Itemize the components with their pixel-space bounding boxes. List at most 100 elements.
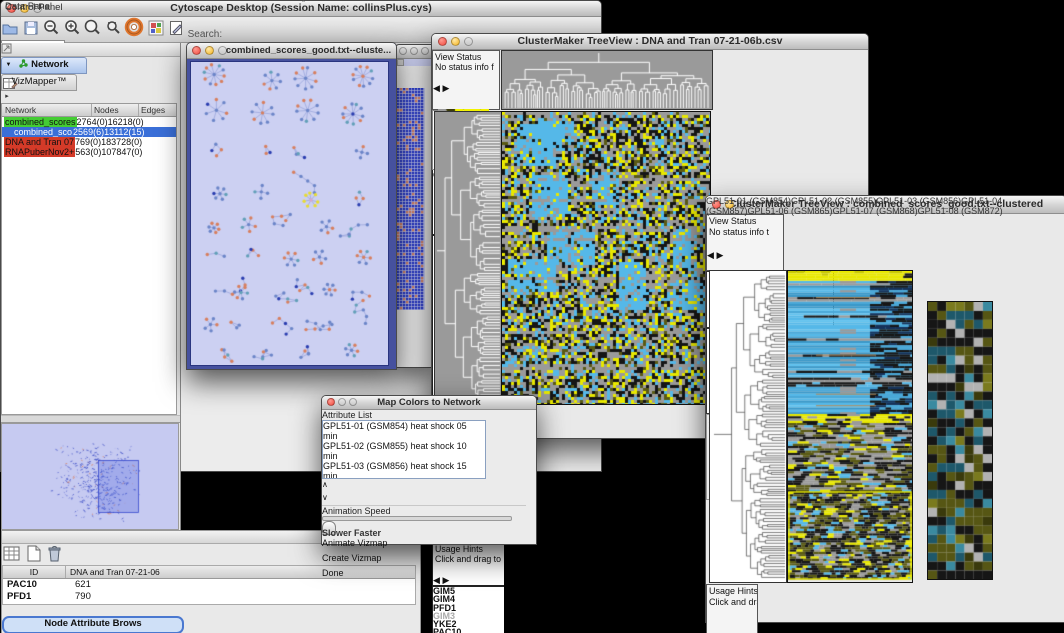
- titlebar[interactable]: [396, 45, 433, 59]
- annotation-button[interactable]: [167, 29, 185, 39]
- open-session-button[interactable]: [1, 29, 19, 39]
- scrollbar-box[interactable]: [397, 59, 404, 66]
- life-ring-icon: [124, 17, 144, 37]
- minimize-button[interactable]: [205, 46, 214, 55]
- heatmap-canvas[interactable]: [787, 270, 913, 583]
- network-row[interactable]: combined_sco2569(6)13112(15): [2, 127, 176, 137]
- network-row[interactable]: DNA and Tran 07769(0)183728(0): [2, 137, 176, 147]
- zoom-fit-button[interactable]: [83, 29, 101, 39]
- delete-attribute-button[interactable]: [45, 555, 64, 565]
- attribute-listbox[interactable]: GPL51-01 (GSM854) heat shock 05 minGPL51…: [322, 420, 486, 479]
- folder-icon: [1, 19, 19, 37]
- help-button[interactable]: [124, 29, 144, 39]
- desktop: Cytoscape Desktop (Session Name: collins…: [0, 0, 1064, 633]
- vizmapper-button[interactable]: [147, 29, 165, 39]
- close-button[interactable]: [192, 46, 201, 55]
- zoom-selected-icon: [104, 19, 122, 37]
- slider-track[interactable]: [322, 516, 512, 521]
- gene-label[interactable]: PAC10: [433, 628, 497, 633]
- attribute-item[interactable]: GPL51-03 (GSM856) heat shock 15 min: [323, 461, 471, 479]
- network-row[interactable]: combined_scores2764(0)16218(0): [2, 117, 176, 127]
- scroll-right-button[interactable]: ▶: [442, 83, 449, 93]
- network-name: DNA and Tran 07: [4, 137, 75, 147]
- network-edges: 183728(0): [101, 137, 142, 147]
- done-button[interactable]: Done: [322, 568, 356, 583]
- vscrollbar[interactable]: [396, 59, 404, 66]
- close-button[interactable]: [327, 398, 335, 406]
- panel-splitter[interactable]: ⌃: [1, 415, 180, 423]
- zoom-selected-button[interactable]: [104, 29, 122, 39]
- annotation-icon: [167, 19, 185, 37]
- network-name: RNAPuberNov2+: [4, 147, 75, 157]
- tab-network[interactable]: Network: [1, 57, 87, 74]
- data-panel-hscrollbar[interactable]: [2, 605, 414, 616]
- grid-network-canvas[interactable]: [397, 88, 425, 310]
- table-row[interactable]: PFD1 790: [3, 591, 415, 603]
- faster-label: Faster: [354, 528, 381, 538]
- zoom-in-button[interactable]: [63, 29, 81, 39]
- close-button[interactable]: [399, 47, 407, 55]
- select-attributes-button[interactable]: [2, 555, 21, 565]
- move-down-button[interactable]: ∨: [322, 492, 356, 505]
- tab-vizmapper-label: VizMapper™: [12, 76, 67, 87]
- zoom-in-icon: [63, 19, 81, 37]
- minimize-button[interactable]: [338, 398, 346, 406]
- minimize-button[interactable]: [410, 47, 418, 55]
- close-button[interactable]: [438, 37, 447, 46]
- zoom-button[interactable]: [349, 398, 357, 406]
- slower-label: Slower: [322, 528, 352, 538]
- chevron-right-icon: ▸: [5, 93, 9, 100]
- titlebar[interactable]: ClusterMaker TreeView : DNA and Tran 07-…: [432, 34, 868, 50]
- zoom-button[interactable]: [218, 46, 227, 55]
- column-header-network[interactable]: Network: [2, 104, 92, 116]
- animate-vizmap-button: Animate Vizmap: [322, 538, 402, 553]
- zoom-fit-icon: [83, 19, 101, 37]
- network-row[interactable]: RNAPuberNov2+563(0)107847(0): [2, 147, 176, 157]
- save-session-button[interactable]: [22, 29, 40, 39]
- vizmapper-icon: [147, 19, 165, 37]
- row-dendrogram-canvas[interactable]: [709, 270, 787, 583]
- zoom-out-button[interactable]: [42, 29, 60, 39]
- column-header-nodes[interactable]: Nodes: [92, 104, 139, 116]
- treeview1-title: ClusterMaker TreeView : DNA and Tran 07-…: [432, 34, 868, 49]
- move-up-button[interactable]: ∧: [322, 479, 356, 492]
- column-header-edges[interactable]: Edges: [139, 104, 176, 116]
- row-dendrogram-canvas[interactable]: [434, 111, 502, 405]
- new-page-icon: [24, 544, 43, 563]
- titlebar[interactable]: Map Colors to Network: [322, 396, 536, 410]
- network-nodes: 563(0): [75, 147, 101, 157]
- row-value: 790: [69, 591, 415, 603]
- attribute-item[interactable]: GPL51-01 (GSM854) heat shock 05 min: [323, 421, 471, 441]
- minimize-button[interactable]: [451, 37, 460, 46]
- birdseye-panel: [1, 423, 179, 530]
- splitter-handle-icon: ⌃: [301, 0, 306, 7]
- view-status-panel: View Status No status info f ◀ ▶: [432, 50, 500, 110]
- up-caret-icon: ∧: [322, 480, 328, 489]
- data-panel-title: Data Panel: [5, 1, 52, 12]
- float-icon[interactable]: [1, 43, 12, 54]
- scroll-left-button[interactable]: ◀: [433, 83, 440, 93]
- tab-vizmapper[interactable]: VizMapper™: [1, 74, 77, 91]
- column-dendrogram-canvas[interactable]: [501, 50, 713, 110]
- chevron-down-icon: ▼: [6, 62, 12, 68]
- hscrollbar[interactable]: [433, 73, 477, 83]
- new-attribute-button[interactable]: [24, 555, 43, 565]
- network-canvas[interactable]: [190, 61, 389, 366]
- zoom-button[interactable]: [421, 47, 429, 55]
- down-caret-icon: ∨: [322, 493, 328, 502]
- titlebar[interactable]: combined_scores_good.txt--cluste...: [187, 43, 396, 59]
- zoom-button[interactable]: [464, 37, 473, 46]
- network-glyph-icon: [19, 59, 28, 68]
- arrow-right-icon: ▶: [442, 83, 449, 93]
- arrow-left-icon: ◀: [433, 83, 440, 93]
- birdseye-view-canvas[interactable]: [2, 424, 176, 527]
- network-list: combined_scores2764(0)16218(0)combined_s…: [2, 117, 176, 157]
- data-column-id[interactable]: ID: [3, 566, 66, 578]
- node-attribute-browser-tab[interactable]: Node Attribute Brows: [2, 616, 184, 633]
- zoom-heatmap-canvas[interactable]: [927, 301, 993, 580]
- speed-slider[interactable]: [322, 516, 510, 528]
- heatmap-canvas[interactable]: [501, 111, 711, 405]
- attribute-item[interactable]: GPL51-02 (GSM855) heat shock 10 min: [323, 441, 471, 461]
- create-vizmap-button[interactable]: Create Vizmap: [322, 553, 396, 568]
- network-edges: 16218(0): [108, 117, 144, 127]
